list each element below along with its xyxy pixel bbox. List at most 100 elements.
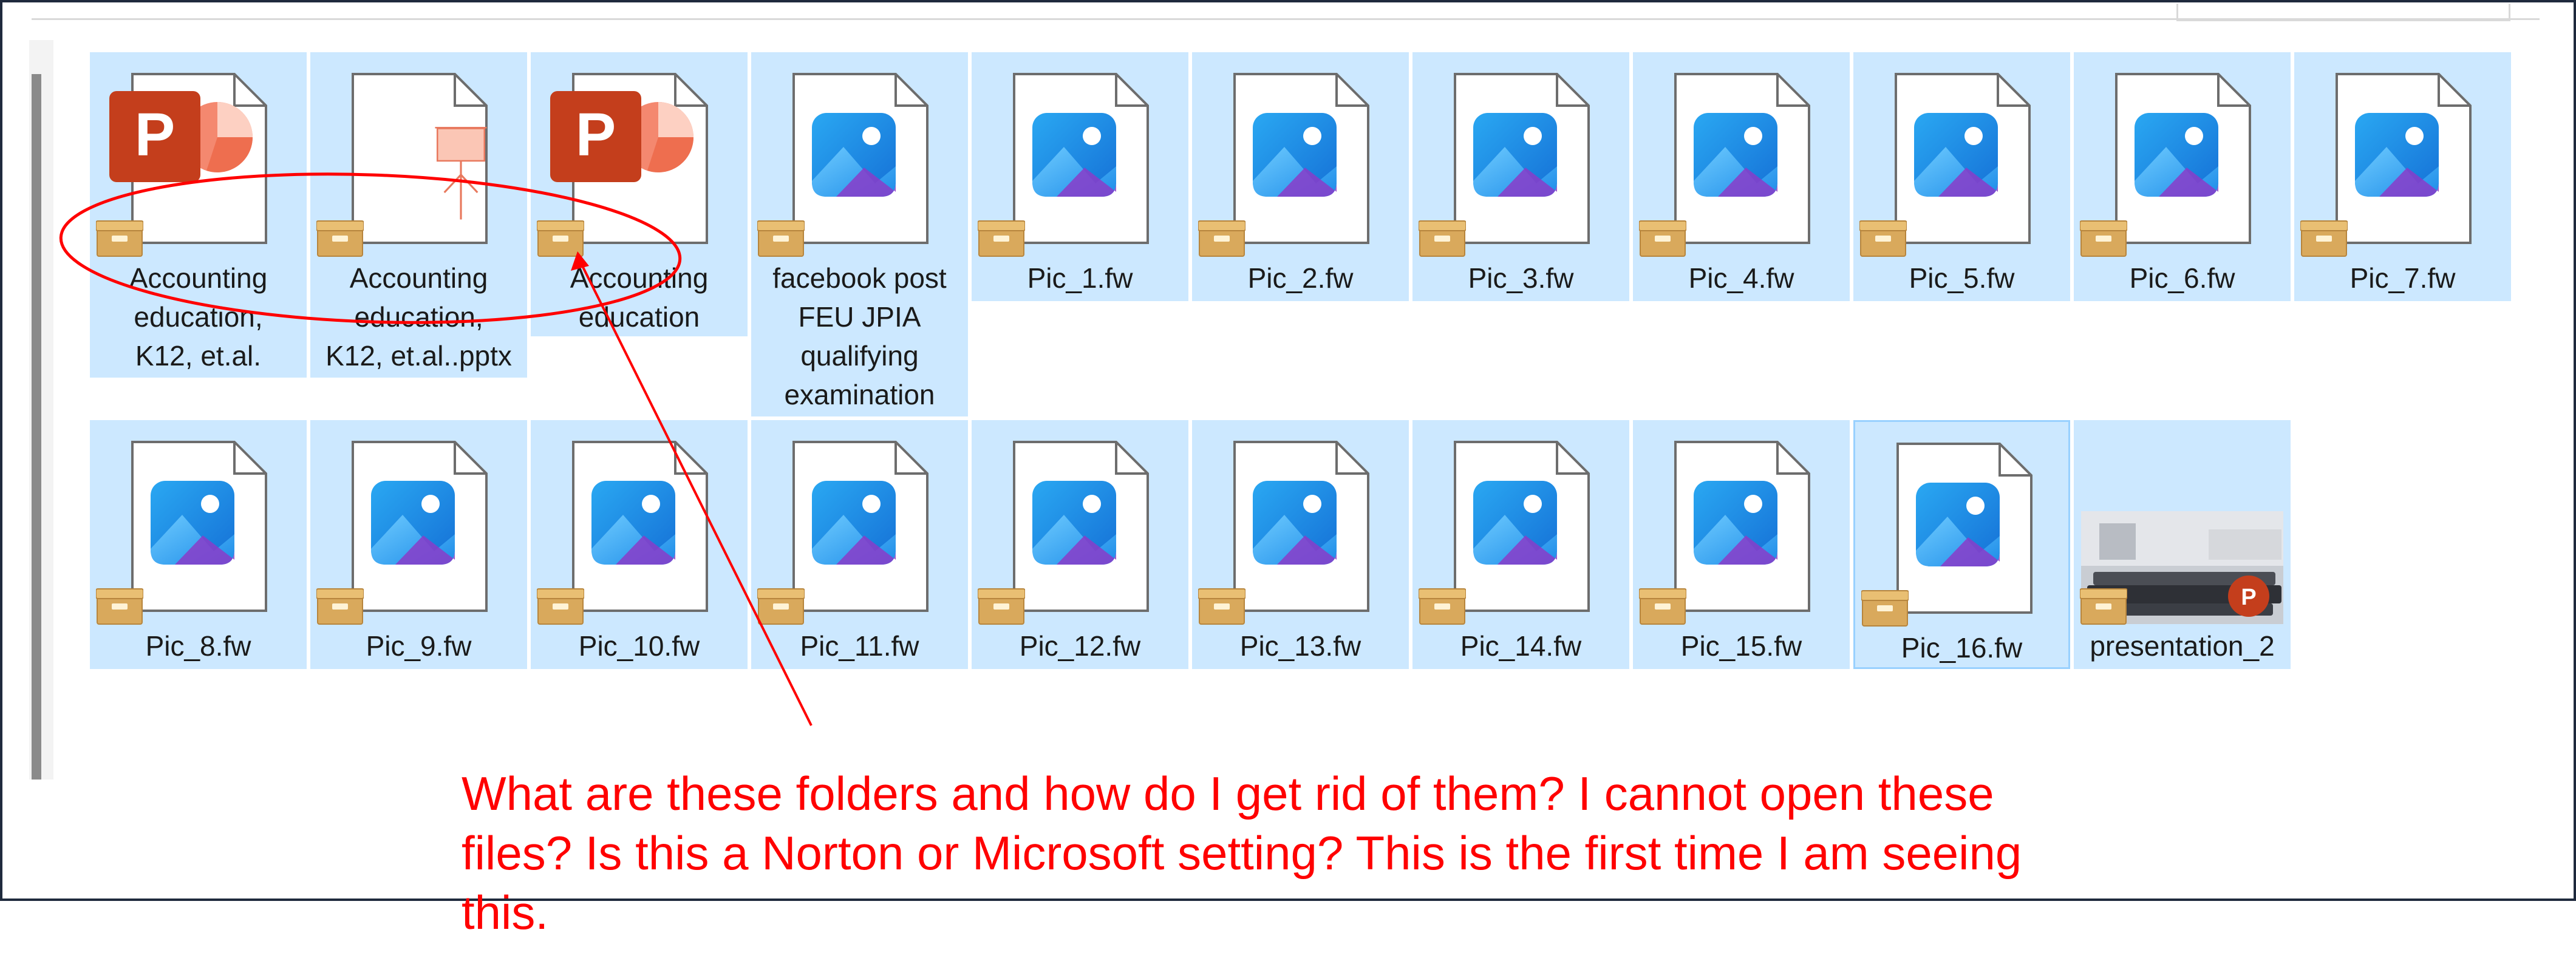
- archive-box-icon: [2300, 219, 2348, 257]
- archive-box-icon: [2080, 219, 2127, 257]
- photos-icon: [1473, 113, 1557, 197]
- archive-box-icon: [1198, 586, 1245, 625]
- file-name-line: Pic_5.fw: [1909, 262, 2015, 294]
- file-name-line: Pic_3.fw: [1468, 262, 1574, 294]
- archive-box-icon: [316, 219, 364, 257]
- archive-box-icon: [2080, 586, 2127, 625]
- archive-box-icon: [978, 586, 1025, 625]
- svg-text:P: P: [135, 101, 175, 169]
- file-item[interactable]: Ppresentation_2: [2074, 420, 2291, 669]
- archive-box-icon: [316, 586, 364, 625]
- archive-box-icon: [1639, 219, 1686, 257]
- file-name-line: Pic_1.fw: [1027, 262, 1133, 294]
- file-item[interactable]: Pic_9.fw: [310, 420, 527, 669]
- top-divider: [32, 18, 2540, 20]
- file-name-label: Pic_5.fw: [1853, 259, 2070, 297]
- annotation-line: files? Is this a Norton or Microsoft set…: [462, 826, 2022, 880]
- file-item[interactable]: Pic_14.fw: [1412, 420, 1629, 669]
- file-item[interactable]: Accounting education, K12, et.al..pptx: [310, 52, 527, 378]
- file-name-line: Pic_8.fw: [145, 630, 251, 662]
- file-name-label: Pic_6.fw: [2074, 259, 2291, 297]
- powerpoint-icon: P: [550, 91, 702, 206]
- scrollbar-thumb[interactable]: [32, 74, 41, 780]
- file-name-label: facebook post FEU JPIA qualifying examinati…: [751, 259, 968, 414]
- file-item[interactable]: Pic_15.fw: [1633, 420, 1850, 669]
- file-name-line: Pic_15.fw: [1680, 630, 1802, 662]
- file-name-label: Pic_13.fw: [1192, 627, 1409, 665]
- photos-icon: [2135, 113, 2218, 197]
- file-item[interactable]: Pic_2.fw: [1192, 52, 1409, 301]
- svg-text:P: P: [576, 101, 616, 169]
- file-name-label: Accounting education, K12, et.al..pptx: [310, 259, 527, 375]
- file-name-label: Pic_4.fw: [1633, 259, 1850, 297]
- file-item[interactable]: Pic_5.fw: [1853, 52, 2070, 301]
- file-item[interactable]: Pic_13.fw: [1192, 420, 1409, 669]
- archive-box-icon: [757, 219, 805, 257]
- photos-icon: [371, 481, 455, 565]
- file-name-label: Pic_16.fw: [1855, 628, 2068, 667]
- file-name-label: Pic_12.fw: [972, 627, 1188, 665]
- file-item[interactable]: Pic_4.fw: [1633, 52, 1850, 301]
- annotation-question: What are these folders and how do I get …: [462, 764, 2162, 942]
- photos-icon: [1473, 481, 1557, 565]
- annotation-line: What are these folders and how do I get …: [462, 767, 1994, 820]
- file-item[interactable]: Pic_8.fw: [90, 420, 307, 669]
- annotation-line: this.: [462, 886, 549, 939]
- photos-icon: [591, 481, 675, 565]
- photos-icon: [2355, 113, 2439, 197]
- file-item[interactable]: P Accounting education: [531, 52, 748, 336]
- file-name-label: Accounting education, K12, et.al.: [90, 259, 307, 375]
- top-right-control: [2176, 4, 2510, 21]
- file-name-line: examination: [784, 379, 935, 410]
- file-item[interactable]: Pic_11.fw: [751, 420, 968, 669]
- file-name-label: Pic_11.fw: [751, 627, 968, 665]
- photos-icon: [1916, 483, 2000, 566]
- file-name-label: Pic_3.fw: [1412, 259, 1629, 297]
- file-name-line: Pic_10.fw: [578, 630, 700, 662]
- photos-icon: [812, 481, 896, 565]
- photos-icon: [1253, 113, 1337, 197]
- archive-box-icon: [1639, 586, 1686, 625]
- file-item[interactable]: Pic_10.fw: [531, 420, 748, 669]
- photos-icon: [1032, 113, 1116, 197]
- file-name-line: Pic_6.fw: [2129, 262, 2235, 294]
- photos-icon: [1694, 481, 1777, 565]
- photos-icon: [1253, 481, 1337, 565]
- archive-box-icon: [1419, 219, 1466, 257]
- file-name-line: education,: [354, 301, 483, 333]
- photos-icon: [812, 113, 896, 197]
- file-name-line: Pic_14.fw: [1460, 630, 1582, 662]
- powerpoint-icon: P: [109, 91, 261, 206]
- file-name-label: Pic_14.fw: [1412, 627, 1629, 665]
- file-name-line: Accounting: [349, 262, 488, 294]
- file-name-line: Pic_16.fw: [1901, 632, 2023, 664]
- file-name-label: Pic_15.fw: [1633, 627, 1850, 665]
- file-item[interactable]: Pic_3.fw: [1412, 52, 1629, 301]
- file-item[interactable]: Pic_16.fw: [1853, 420, 2070, 669]
- file-item[interactable]: P Accounting education, K12, et.al.: [90, 52, 307, 378]
- file-name-label: Pic_7.fw: [2294, 259, 2511, 297]
- archive-box-icon: [1861, 588, 1909, 627]
- file-name-label: Pic_1.fw: [972, 259, 1188, 297]
- file-name-line: Pic_7.fw: [2349, 262, 2456, 294]
- archive-box-icon: [1419, 586, 1466, 625]
- file-name-line: qualifying: [800, 340, 919, 372]
- file-item[interactable]: facebook post FEU JPIA qualifying examinati…: [751, 52, 968, 416]
- file-name-label: Pic_10.fw: [531, 627, 748, 665]
- file-name-label: Pic_2.fw: [1192, 259, 1409, 297]
- archive-box-icon: [1859, 219, 1907, 257]
- file-item[interactable]: Pic_12.fw: [972, 420, 1188, 669]
- archive-box-icon: [537, 219, 584, 257]
- file-item[interactable]: Pic_1.fw: [972, 52, 1188, 301]
- file-item[interactable]: Pic_7.fw: [2294, 52, 2511, 301]
- file-name-line: Pic_4.fw: [1688, 262, 1794, 294]
- file-name-line: Accounting: [570, 262, 709, 294]
- file-name-line: education,: [134, 301, 263, 333]
- file-name-line: K12, et.al.: [135, 340, 262, 372]
- archive-box-icon: [96, 219, 143, 257]
- file-name-label: presentation_2: [2074, 627, 2291, 665]
- file-name-label: Pic_9.fw: [310, 627, 527, 665]
- photos-icon: [1032, 481, 1116, 565]
- file-item[interactable]: Pic_6.fw: [2074, 52, 2291, 301]
- presentation-easel-icon: [428, 100, 494, 245]
